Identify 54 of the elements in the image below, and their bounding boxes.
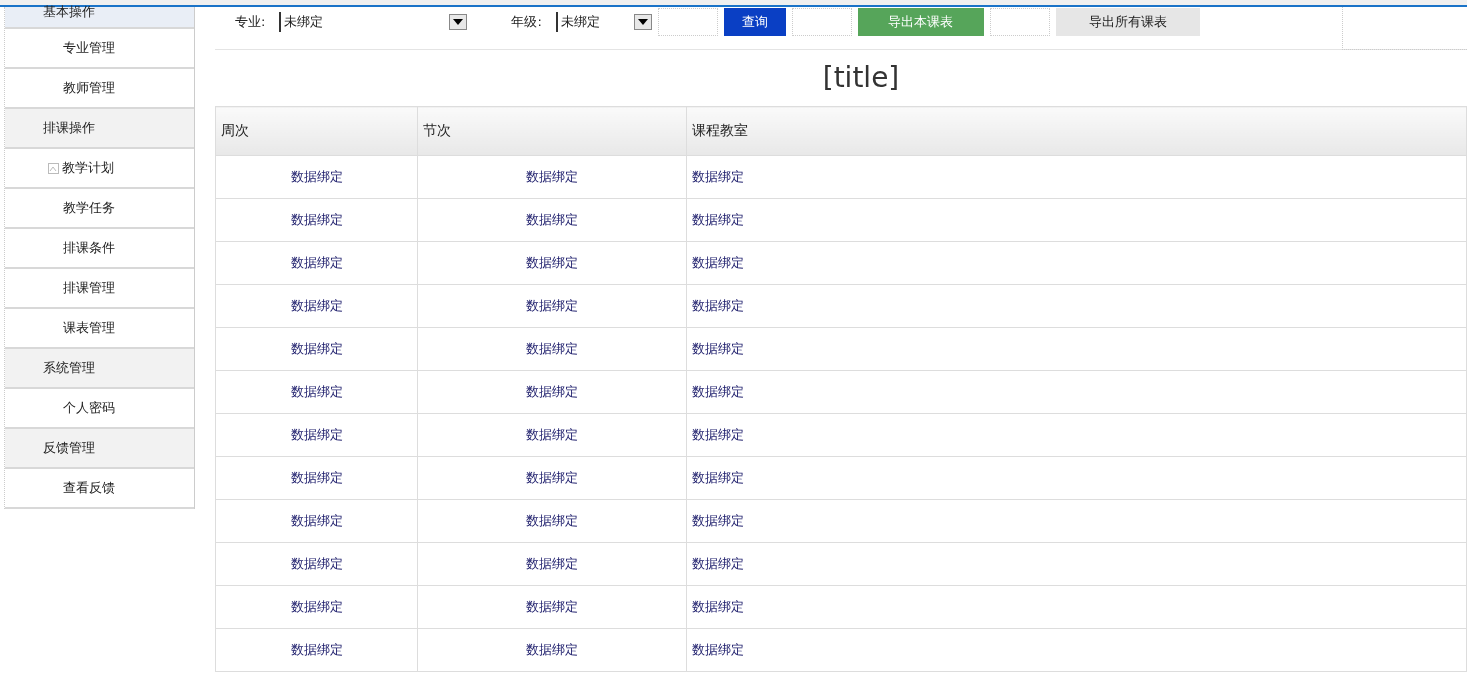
table-cell: 数据绑定	[417, 413, 687, 457]
filter-label: 年级:	[511, 13, 542, 31]
table-cell: 数据绑定	[215, 370, 418, 414]
table-cell: 数据绑定	[686, 499, 1467, 543]
table-cell: 数据绑定	[215, 155, 418, 199]
table-cell: 数据绑定	[417, 241, 687, 285]
sidebar-group-header[interactable]: 反馈管理	[5, 429, 194, 469]
table-cell: 数据绑定	[417, 284, 687, 328]
sidebar-group-header[interactable]: 系统管理	[5, 349, 194, 389]
empty-placeholder-box	[657, 8, 718, 36]
page-title: [title]	[821, 60, 901, 96]
table-cell: 数据绑定	[215, 241, 418, 285]
table-cell: 数据绑定	[686, 327, 1467, 371]
image-icon	[48, 162, 59, 174]
table-cell: 数据绑定	[215, 198, 418, 242]
table-cell: 数据绑定	[686, 585, 1467, 629]
table-cell: 数据绑定	[686, 370, 1467, 414]
table-cell: 数据绑定	[417, 370, 687, 414]
toolbar-button[interactable]: 导出所有课表	[1055, 8, 1200, 36]
dropdown[interactable]: 未绑定	[555, 12, 652, 32]
table-cell: 数据绑定	[215, 284, 418, 328]
column-header: 课程教室	[686, 106, 1467, 156]
table-cell: 数据绑定	[417, 198, 687, 242]
table-cell: 数据绑定	[417, 327, 687, 371]
table-cell: 数据绑定	[686, 284, 1467, 328]
table-cell: 数据绑定	[215, 542, 418, 586]
table-cell: 数据绑定	[417, 499, 687, 543]
table-cell: 数据绑定	[417, 628, 687, 672]
table-cell: 数据绑定	[215, 327, 418, 371]
table-cell: 数据绑定	[686, 542, 1467, 586]
table-cell: 数据绑定	[686, 628, 1467, 672]
table-cell: 数据绑定	[686, 241, 1467, 285]
table-cell: 数据绑定	[215, 456, 418, 500]
filter-label: 专业:	[235, 13, 266, 31]
table-cell: 数据绑定	[417, 585, 687, 629]
table-cell: 数据绑定	[215, 585, 418, 629]
column-header: 节次	[417, 106, 687, 156]
table-cell: 数据绑定	[417, 456, 687, 500]
table-cell: 数据绑定	[215, 499, 418, 543]
column-header: 周次	[215, 106, 418, 156]
toolbar-button[interactable]: 查询	[723, 8, 786, 36]
sidebar-group-header[interactable]: 排课操作	[5, 109, 194, 149]
dropdown[interactable]: 未绑定	[279, 12, 468, 32]
table-cell: 数据绑定	[215, 413, 418, 457]
table-cell: 数据绑定	[686, 198, 1467, 242]
table-cell: 数据绑定	[686, 456, 1467, 500]
table-cell: 数据绑定	[417, 155, 687, 199]
table-cell: 数据绑定	[686, 413, 1467, 457]
table-cell: 数据绑定	[686, 155, 1467, 199]
empty-placeholder-box	[791, 8, 852, 36]
table-cell: 数据绑定	[215, 628, 418, 672]
table-cell: 数据绑定	[417, 542, 687, 586]
empty-placeholder-box	[989, 8, 1050, 36]
sidebar-group-header[interactable]: 基本操作	[5, 7, 194, 29]
